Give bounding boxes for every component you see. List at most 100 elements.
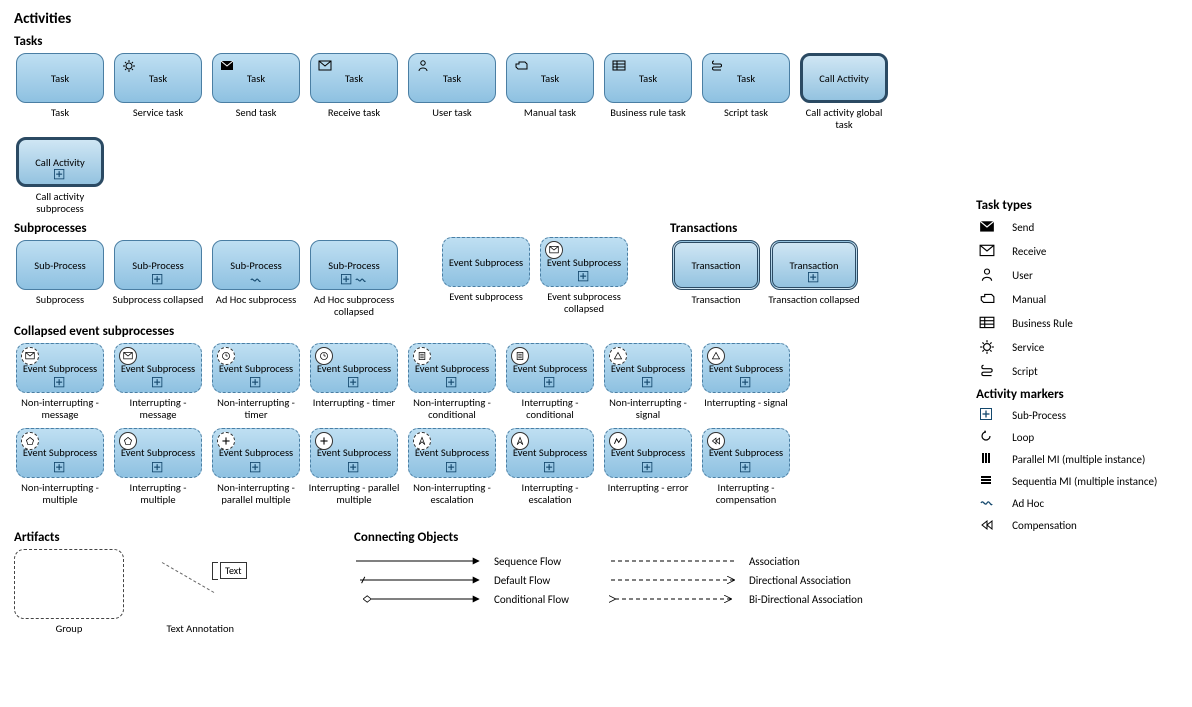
- section-subprocesses: Subprocesses: [14, 221, 400, 236]
- sub-marker: [642, 462, 654, 474]
- legend-label: Parallel MI (multiple instance): [1012, 453, 1145, 466]
- activity-caption: Interrupting - error: [608, 482, 689, 506]
- activity-cell: Task User task: [406, 53, 498, 131]
- artifact-anno-caption: Text Annotation: [154, 623, 247, 647]
- activity-cell: Event Subprocess Interrupting - conditio…: [504, 343, 596, 421]
- activity-shape: Transaction: [770, 240, 858, 290]
- legend-markers-heading: Activity markers: [976, 387, 1178, 402]
- activity-cell: Event Subprocess Non-interrupting - mult…: [14, 428, 106, 506]
- activity-label: Sub-Process: [132, 259, 183, 272]
- sub-marker: [642, 377, 654, 389]
- connector-def: Default Flow: [354, 574, 569, 587]
- activity-caption: Ad Hoc subprocess: [216, 294, 296, 318]
- activity-caption: Call activity global task: [798, 107, 890, 131]
- activity-shape: Event Subprocess: [702, 428, 790, 478]
- activity-cell: Sub-Process Subprocess collapsed: [112, 240, 204, 318]
- sub-marker: [348, 462, 360, 474]
- activity-cell: Event Subprocess Non-interrupting - cond…: [406, 343, 498, 421]
- activity-caption: Non-interrupting - timer: [210, 397, 302, 421]
- activity-caption: Business rule task: [610, 107, 686, 131]
- activity-shape: Event Subprocess: [408, 428, 496, 478]
- send-icon: [976, 219, 998, 235]
- activity-shape: Task: [604, 53, 692, 103]
- section-artifacts: Artifacts: [14, 530, 314, 545]
- activity-caption: Non-interrupting - escalation: [406, 482, 498, 506]
- activity-shape: Event Subprocess: [310, 428, 398, 478]
- activity-cell: Sub-Process Ad Hoc subprocess collapsed: [308, 240, 400, 318]
- activity-cell: Call Activity Call activity global task: [798, 53, 890, 131]
- activity-caption: Non-interrupting - signal: [602, 397, 694, 421]
- activity-caption: Interrupting - compensation: [700, 482, 792, 506]
- activity-shape: Sub-Process: [212, 240, 300, 290]
- legend-tasktypes-heading: Task types: [976, 198, 1178, 213]
- page-title: Activities: [14, 10, 950, 28]
- activity-label: Sub-Process: [34, 259, 85, 272]
- activity-shape: Task: [408, 53, 496, 103]
- activity-shape: Event Subprocess: [604, 343, 692, 393]
- activity-shape: Event Subprocess: [408, 343, 496, 393]
- activity-shape: Event Subprocess: [506, 428, 594, 478]
- connector-label: Association: [749, 555, 800, 568]
- activity-shape: Sub-Process: [310, 240, 398, 290]
- legend-label: Manual: [1012, 293, 1046, 306]
- activity-cell: Event Subprocess Interrupting - error: [602, 428, 694, 506]
- activity-shape: Event Subprocess: [212, 343, 300, 393]
- activity-label: Task: [639, 72, 657, 85]
- activity-label: Sub-Process: [230, 259, 281, 272]
- activity-cell: Event Subprocess Interrupting - escalati…: [504, 428, 596, 506]
- activity-cell: Event Subprocess Non-interrupting - mess…: [14, 343, 106, 421]
- activity-cell: Event Subprocess Interrupting - compensa…: [700, 428, 792, 506]
- activity-caption: Transaction: [692, 294, 741, 318]
- adhoc-marker: [250, 274, 262, 286]
- connector-label: Bi-Directional Association: [749, 593, 863, 606]
- brule-icon: [611, 58, 627, 74]
- activity-caption: Event subprocess: [449, 291, 523, 315]
- manual-icon: [513, 58, 529, 74]
- legend-row: User: [976, 267, 1178, 283]
- activity-shape: Event Subprocess: [212, 428, 300, 478]
- legend-label: Sequentia MI (multiple instance): [1012, 475, 1157, 488]
- activity-label: Transaction: [692, 259, 741, 272]
- sub-marker: [54, 462, 66, 474]
- annotation-text: Text: [220, 562, 247, 579]
- activity-caption: Manual task: [524, 107, 576, 131]
- script-icon: [976, 363, 998, 379]
- activity-label: Call Activity: [35, 156, 85, 169]
- activity-cell: Task Task: [14, 53, 106, 131]
- activity-cell: Event Subprocess Event subprocess collap…: [538, 237, 630, 315]
- activity-shape: Task: [16, 53, 104, 103]
- service-icon: [976, 339, 998, 355]
- mult-event-icon: [119, 432, 137, 450]
- legend-row: Manual: [976, 291, 1178, 307]
- activity-cell: Event Subprocess Non-interrupting - time…: [210, 343, 302, 421]
- receive-icon: [317, 58, 333, 74]
- activity-caption: Ad Hoc subprocess collapsed: [308, 294, 400, 318]
- activity-cell: Task Script task: [700, 53, 792, 131]
- connector-bassoc: Bi-Directional Association: [609, 593, 863, 606]
- activity-shape: Event Subprocess: [16, 343, 104, 393]
- sub-marker-icon: [976, 408, 998, 422]
- brule-icon: [976, 315, 998, 331]
- legend-label: Receive: [1012, 245, 1046, 258]
- err-event-icon: [609, 432, 627, 450]
- section-tasks: Tasks: [14, 34, 950, 49]
- loop-marker-icon: [976, 430, 998, 444]
- sub-marker: [544, 462, 556, 474]
- activity-cell: Event Subprocess Non-interrupting - para…: [210, 428, 302, 506]
- activity-cell: Event Subprocess Event subprocess: [440, 237, 532, 315]
- pmult-event-icon: [315, 432, 333, 450]
- sub-marker: [341, 274, 353, 286]
- activity-label: Event Subprocess: [449, 256, 523, 269]
- legend-label: User: [1012, 269, 1033, 282]
- activity-caption: Service task: [133, 107, 183, 131]
- pmult-event-icon: [217, 432, 235, 450]
- manual-icon: [976, 291, 998, 307]
- legend-row: Loop: [976, 430, 1178, 444]
- activity-caption: Non-interrupting - parallel multiple: [210, 482, 302, 506]
- adhoc-marker-icon: [976, 496, 998, 510]
- connector-seq: Sequence Flow: [354, 555, 569, 568]
- activity-cell: Sub-Process Ad Hoc subprocess: [210, 240, 302, 318]
- sub-marker: [54, 169, 66, 181]
- section-collapsed: Collapsed event subprocesses: [14, 324, 950, 339]
- activity-caption: Interrupting - multiple: [112, 482, 204, 506]
